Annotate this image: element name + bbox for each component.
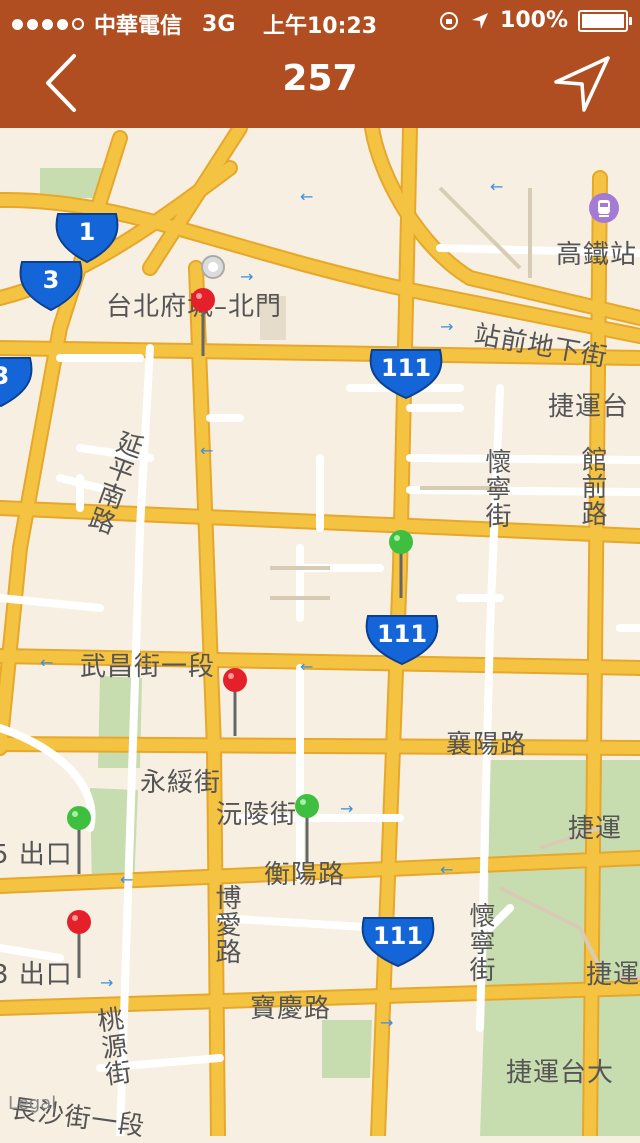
svg-text:←: ← [440,860,453,879]
status-right: 100% [438,8,632,33]
route-shield-label: 111 [372,922,424,950]
svg-text:→: → [240,267,253,286]
route-shield-label: 111 [380,354,432,382]
map-label-mrt-taipei-main: 捷運台 [548,392,630,422]
battery-icon [578,9,632,32]
map-label-exit-5: 5 出口 [0,840,73,870]
svg-text:←: ← [40,653,53,672]
svg-text:←: ← [300,657,313,676]
svg-text:→: → [380,1013,393,1032]
status-bar: 中華電信 3G 上午10:23 100% [0,0,640,40]
map-view[interactable]: ← ← ← → → ← ← → ← ← → → 高鐵站 台北府城–北門 站前地下… [0,128,640,1142]
navigation-bar: 中華電信 3G 上午10:23 100% 257 [0,0,640,128]
svg-text:←: ← [120,870,133,889]
svg-text:←: ← [300,187,313,206]
bus-stop-pin-red[interactable] [188,286,218,366]
map-label-baoqing-rd: 寶慶路 [250,994,332,1024]
map-label-yongsui-st: 永綏街 [140,768,222,798]
map-label-guanqian-rd: 館前路 [577,446,607,527]
legal-link[interactable]: Legal [8,1093,56,1114]
bus-stop-pin-green[interactable] [64,804,94,884]
battery-percent: 100% [500,8,568,33]
bus-stop-pin-green[interactable] [292,792,322,872]
route-shield-label: 1 [78,218,96,246]
park-area [322,1020,372,1078]
metro-station-icon [589,193,619,223]
map-label-mrt-right-2: 捷運 [586,960,640,990]
route-shield-label: 111 [376,620,428,648]
map-roads: ← ← ← → → ← ← → ← ← → → [0,128,640,1136]
map-label-hsr-station: 高鐵站 [556,240,638,270]
map-label-wuchang-st: 武昌街一段 [80,652,216,682]
svg-text:←: ← [490,177,503,196]
map-label-xiangyang-rd: 襄陽路 [446,730,528,760]
route-shield-label: 3 [0,362,10,390]
svg-text:←: ← [200,441,213,460]
svg-text:→: → [440,317,453,336]
route-shield-label: 3 [42,266,60,294]
map-label-boai-rd: 博愛路 [211,884,241,965]
svg-text:→: → [100,973,113,992]
rotation-lock-icon [440,11,459,30]
map-label-huaining-st-bottom: 懷寧街 [465,902,495,983]
bus-stop-pin-red[interactable] [64,908,94,988]
bus-stop-pin-green[interactable] [386,528,416,608]
bus-stop-pin-red[interactable] [220,666,250,746]
page-title: 257 [282,58,358,99]
map-label-mrt-right-1: 捷運 [568,814,623,844]
map-label-huaining-st-top: 懷寧街 [481,448,511,529]
map-label-yuanling-st: 沅陵街 [216,800,298,830]
map-label-mrt-taida: 捷運台大 [506,1058,615,1088]
svg-text:→: → [340,799,353,818]
map-label-exit-3: 3 出口 [0,960,73,990]
locate-me-icon[interactable] [552,54,612,114]
landmark-marker-icon [201,255,225,279]
location-arrow-icon [472,12,489,29]
